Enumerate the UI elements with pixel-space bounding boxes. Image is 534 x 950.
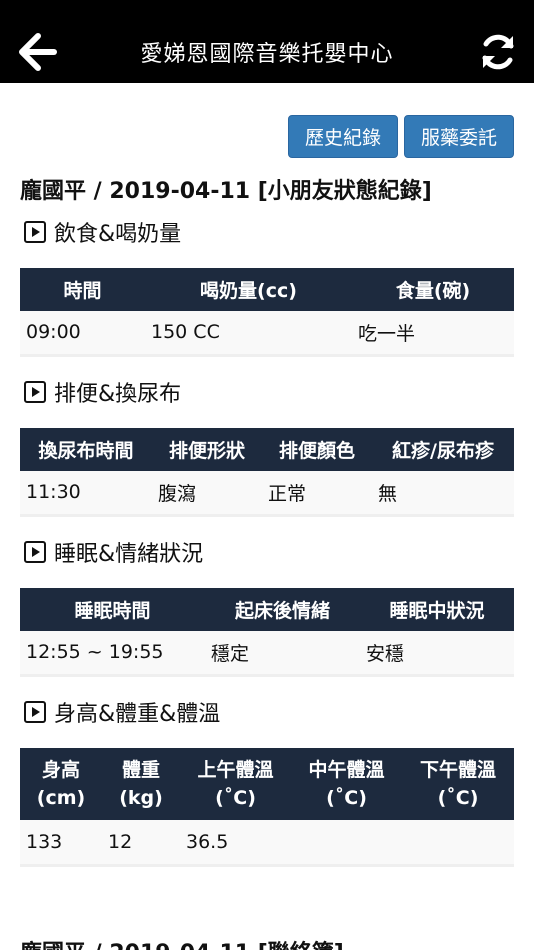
table-cell: 150 CC xyxy=(145,311,352,357)
table-cell: 吃一半 xyxy=(352,311,514,357)
col-header: 食量(碗) xyxy=(352,268,514,311)
col-header: 換尿布時間 xyxy=(20,428,152,471)
section-title-diaper: 排便&換尿布 xyxy=(24,376,181,408)
col-header: 排便形狀 xyxy=(152,428,262,471)
table-cell: 安穩 xyxy=(360,631,514,677)
table-cell: 12 xyxy=(102,820,180,867)
col-header-unit: (˚C) xyxy=(326,787,367,809)
table-header: 睡眠時間 起床後情緒 睡眠中狀況 xyxy=(20,588,514,631)
col-header: 紅疹/尿布疹 xyxy=(372,428,514,471)
table-cell xyxy=(291,820,402,867)
sleep-table: 睡眠時間 起床後情緒 睡眠中狀況 12:55 ~ 19:55 穩定 安穩 xyxy=(20,588,514,677)
section-title-feeding: 飲食&喝奶量 xyxy=(24,216,181,248)
play-square-icon xyxy=(24,221,46,243)
table-row: 12:55 ~ 19:55 穩定 安穩 xyxy=(20,631,514,677)
col-header: 睡眠中狀況 xyxy=(360,588,514,631)
play-square-icon xyxy=(24,701,46,723)
section-title-text: 睡眠&情緒狀況 xyxy=(54,542,204,567)
table-cell: 正常 xyxy=(262,471,372,517)
col-header: 下午體溫 (˚C) xyxy=(402,748,514,820)
table-cell: 11:30 xyxy=(20,471,152,517)
col-header-line: 中午體溫 xyxy=(308,759,385,781)
table-header: 換尿布時間 排便形狀 排便顏色 紅疹/尿布疹 xyxy=(20,428,514,471)
col-header: 上午體溫 (˚C) xyxy=(180,748,291,820)
table-row: 133 12 36.5 xyxy=(20,820,514,867)
history-button[interactable]: 歷史紀錄 xyxy=(287,115,398,158)
diaper-table: 換尿布時間 排便形狀 排便顏色 紅疹/尿布疹 11:30 腹瀉 正常 無 xyxy=(20,428,514,517)
col-header-line: 上午體溫 xyxy=(197,759,274,781)
table-cell: 腹瀉 xyxy=(152,471,262,517)
refresh-icon[interactable] xyxy=(478,30,518,74)
table-cell: 36.5 xyxy=(180,820,291,867)
table-row: 09:00 150 CC 吃一半 xyxy=(20,311,514,357)
section-title-body: 身高&體重&體溫 xyxy=(24,696,220,728)
table-cell: 12:55 ~ 19:55 xyxy=(20,631,205,677)
col-header: 排便顏色 xyxy=(262,428,372,471)
play-square-icon xyxy=(24,381,46,403)
col-header: 起床後情緒 xyxy=(205,588,360,631)
col-header: 睡眠時間 xyxy=(20,588,205,631)
app-title: 愛娣恩國際音樂托嬰中心 xyxy=(140,42,394,67)
section-title-text: 排便&換尿布 xyxy=(54,382,182,407)
body-table: 身高 (cm) 體重 (kg) 上午體溫 (˚C) 中午體溫 (˚C) 下午體溫 (˚C)… xyxy=(20,748,514,867)
play-square-icon xyxy=(24,541,46,563)
table-header: 身高 (cm) 體重 (kg) 上午體溫 (˚C) 中午體溫 (˚C) 下午體溫 (˚C) xyxy=(20,748,514,820)
col-header: 時間 xyxy=(20,268,145,311)
col-header-unit: (˚C) xyxy=(215,787,256,809)
table-header: 時間 喝奶量(cc) 食量(碗) xyxy=(20,268,514,311)
app-bar: 愛娣恩國際音樂托嬰中心 xyxy=(0,0,534,83)
col-header: 中午體溫 (˚C) xyxy=(291,748,402,820)
table-cell: 無 xyxy=(372,471,514,517)
col-header-unit: (cm) xyxy=(36,787,86,809)
feeding-table: 時間 喝奶量(cc) 食量(碗) 09:00 150 CC 吃一半 xyxy=(20,268,514,357)
col-header-line: 下午體溫 xyxy=(419,759,496,781)
col-header: 身高 (cm) xyxy=(20,748,102,820)
col-header: 喝奶量(cc) xyxy=(145,268,352,311)
table-cell: 09:00 xyxy=(20,311,145,357)
col-header-line: 體重 xyxy=(121,759,160,781)
action-buttons: 歷史紀錄 服藥委託 xyxy=(287,115,514,158)
col-header-unit: (kg) xyxy=(119,787,163,809)
medication-button[interactable]: 服藥委託 xyxy=(403,115,514,158)
contact-book-title: 龐國平 / 2019-04-11 [聯絡簿] xyxy=(20,935,344,950)
table-row: 11:30 腹瀉 正常 無 xyxy=(20,471,514,517)
arrow-left-icon[interactable] xyxy=(18,30,58,74)
table-cell xyxy=(402,820,514,867)
col-header-unit: (˚C) xyxy=(437,787,479,809)
table-cell: 133 xyxy=(20,820,102,867)
section-title-text: 身高&體重&體溫 xyxy=(54,702,221,727)
col-header: 體重 (kg) xyxy=(102,748,180,820)
section-title-text: 飲食&喝奶量 xyxy=(54,222,182,247)
col-header-line: 身高 xyxy=(41,759,80,781)
record-title: 龐國平 / 2019-04-11 [小朋友狀態紀錄] xyxy=(20,179,432,204)
section-title-sleep: 睡眠&情緒狀況 xyxy=(24,536,203,568)
table-cell: 穩定 xyxy=(205,631,360,677)
